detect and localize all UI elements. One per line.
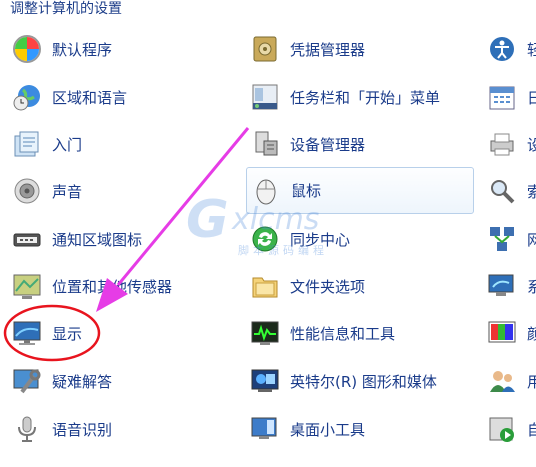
item-label: 设备管理器 [290, 135, 366, 154]
item-label: 通知区域图标 [52, 230, 143, 249]
item-display[interactable]: 显示 [11, 317, 82, 349]
item-region-language[interactable]: 区域和语言 [11, 81, 127, 113]
item-calendar[interactable]: 日 [486, 81, 536, 113]
indexing-icon [486, 175, 518, 207]
intel-graphics-icon [249, 365, 281, 397]
calendar-icon [486, 81, 518, 113]
getting-started-icon [11, 128, 43, 160]
item-desktop-gadgets[interactable]: 桌面小工具 [249, 413, 365, 445]
devices-printers-icon [486, 128, 518, 160]
item-taskbar-start-menu[interactable]: 任务栏和「开始」菜单 [249, 81, 440, 113]
item-default-programs[interactable]: 默认程序 [11, 33, 112, 65]
item-label: 显示 [52, 324, 83, 343]
item-label: 默认程序 [52, 40, 113, 59]
item-device-manager[interactable]: 设备管理器 [249, 128, 365, 160]
autoplay-icon [486, 413, 518, 445]
globe-clock-icon [11, 81, 43, 113]
ease-of-access-icon [486, 33, 518, 65]
item-sound[interactable]: 声音 [11, 175, 82, 207]
default-programs-icon [11, 33, 43, 65]
item-label: 自 [527, 420, 536, 439]
item-label: 颜 [527, 324, 536, 343]
item-label: 凭据管理器 [290, 40, 366, 59]
location-sensor-icon [11, 270, 43, 302]
item-sync-center[interactable]: 同步中心 [249, 223, 350, 255]
desktop-gadgets-icon [249, 413, 281, 445]
item-intel-graphics[interactable]: 英特尔(R) 图形和媒体 [249, 365, 437, 397]
system-icon [486, 270, 518, 302]
item-label: 用 [527, 372, 536, 391]
item-label: 索 [527, 182, 536, 201]
item-notification-area[interactable]: 通知区域图标 [11, 223, 142, 255]
item-mouse[interactable]: 鼠标 [246, 167, 474, 214]
item-user-accounts[interactable]: 用 [486, 365, 536, 397]
item-getting-started[interactable]: 入门 [11, 128, 82, 160]
item-autoplay[interactable]: 自 [486, 413, 536, 445]
network-sharing-icon [486, 223, 518, 255]
watermark-logo: G [186, 190, 229, 250]
item-label: 轻 [527, 40, 536, 59]
item-label: 鼠标 [291, 182, 322, 200]
item-label: 英特尔(R) 图形和媒体 [290, 372, 437, 391]
item-color-management[interactable]: 颜 [486, 317, 536, 349]
device-manager-icon [249, 128, 281, 160]
item-label: 语音识别 [52, 420, 113, 439]
performance-icon [249, 317, 281, 349]
item-network-sharing[interactable]: 网 [486, 223, 536, 255]
item-label: 位置和其他传感器 [52, 277, 173, 296]
microphone-icon [11, 413, 43, 445]
item-devices-printers[interactable]: 设 [486, 128, 536, 160]
item-label: 疑难解答 [52, 372, 113, 391]
item-label: 系 [527, 277, 536, 296]
folder-options-icon [249, 270, 281, 302]
notification-area-icon [11, 223, 43, 255]
item-label: 网 [527, 230, 536, 249]
item-label: 任务栏和「开始」菜单 [290, 88, 441, 107]
taskbar-start-menu-icon [249, 81, 281, 113]
item-performance[interactable]: 性能信息和工具 [249, 317, 395, 349]
item-system[interactable]: 系 [486, 270, 536, 302]
sync-center-icon [249, 223, 281, 255]
item-credential-manager[interactable]: 凭据管理器 [249, 33, 365, 65]
item-label: 区域和语言 [52, 88, 128, 107]
item-label: 桌面小工具 [290, 420, 366, 439]
pointer-arrow-shaft [116, 127, 250, 286]
item-label: 声音 [52, 182, 83, 201]
item-folder-options[interactable]: 文件夹选项 [249, 270, 365, 302]
page-title: 调整计算机的设置 [10, 1, 122, 17]
item-label: 文件夹选项 [290, 277, 366, 296]
item-ease-of-access[interactable]: 轻 [486, 33, 536, 65]
item-label: 同步中心 [290, 230, 351, 249]
item-indexing[interactable]: 索 [486, 175, 536, 207]
item-label: 日 [527, 88, 536, 107]
color-management-icon [486, 317, 518, 349]
item-label: 设 [527, 135, 536, 154]
mouse-icon [250, 175, 282, 207]
item-location-sensors[interactable]: 位置和其他传感器 [11, 270, 172, 302]
item-label: 性能信息和工具 [290, 324, 396, 343]
credential-manager-icon [249, 33, 281, 65]
item-troubleshooting[interactable]: 疑难解答 [11, 365, 112, 397]
item-label: 入门 [52, 135, 83, 154]
speaker-icon [11, 175, 43, 207]
item-speech-recognition[interactable]: 语音识别 [11, 413, 112, 445]
user-accounts-icon [486, 365, 518, 397]
troubleshooting-icon [11, 365, 43, 397]
display-icon [11, 317, 43, 349]
